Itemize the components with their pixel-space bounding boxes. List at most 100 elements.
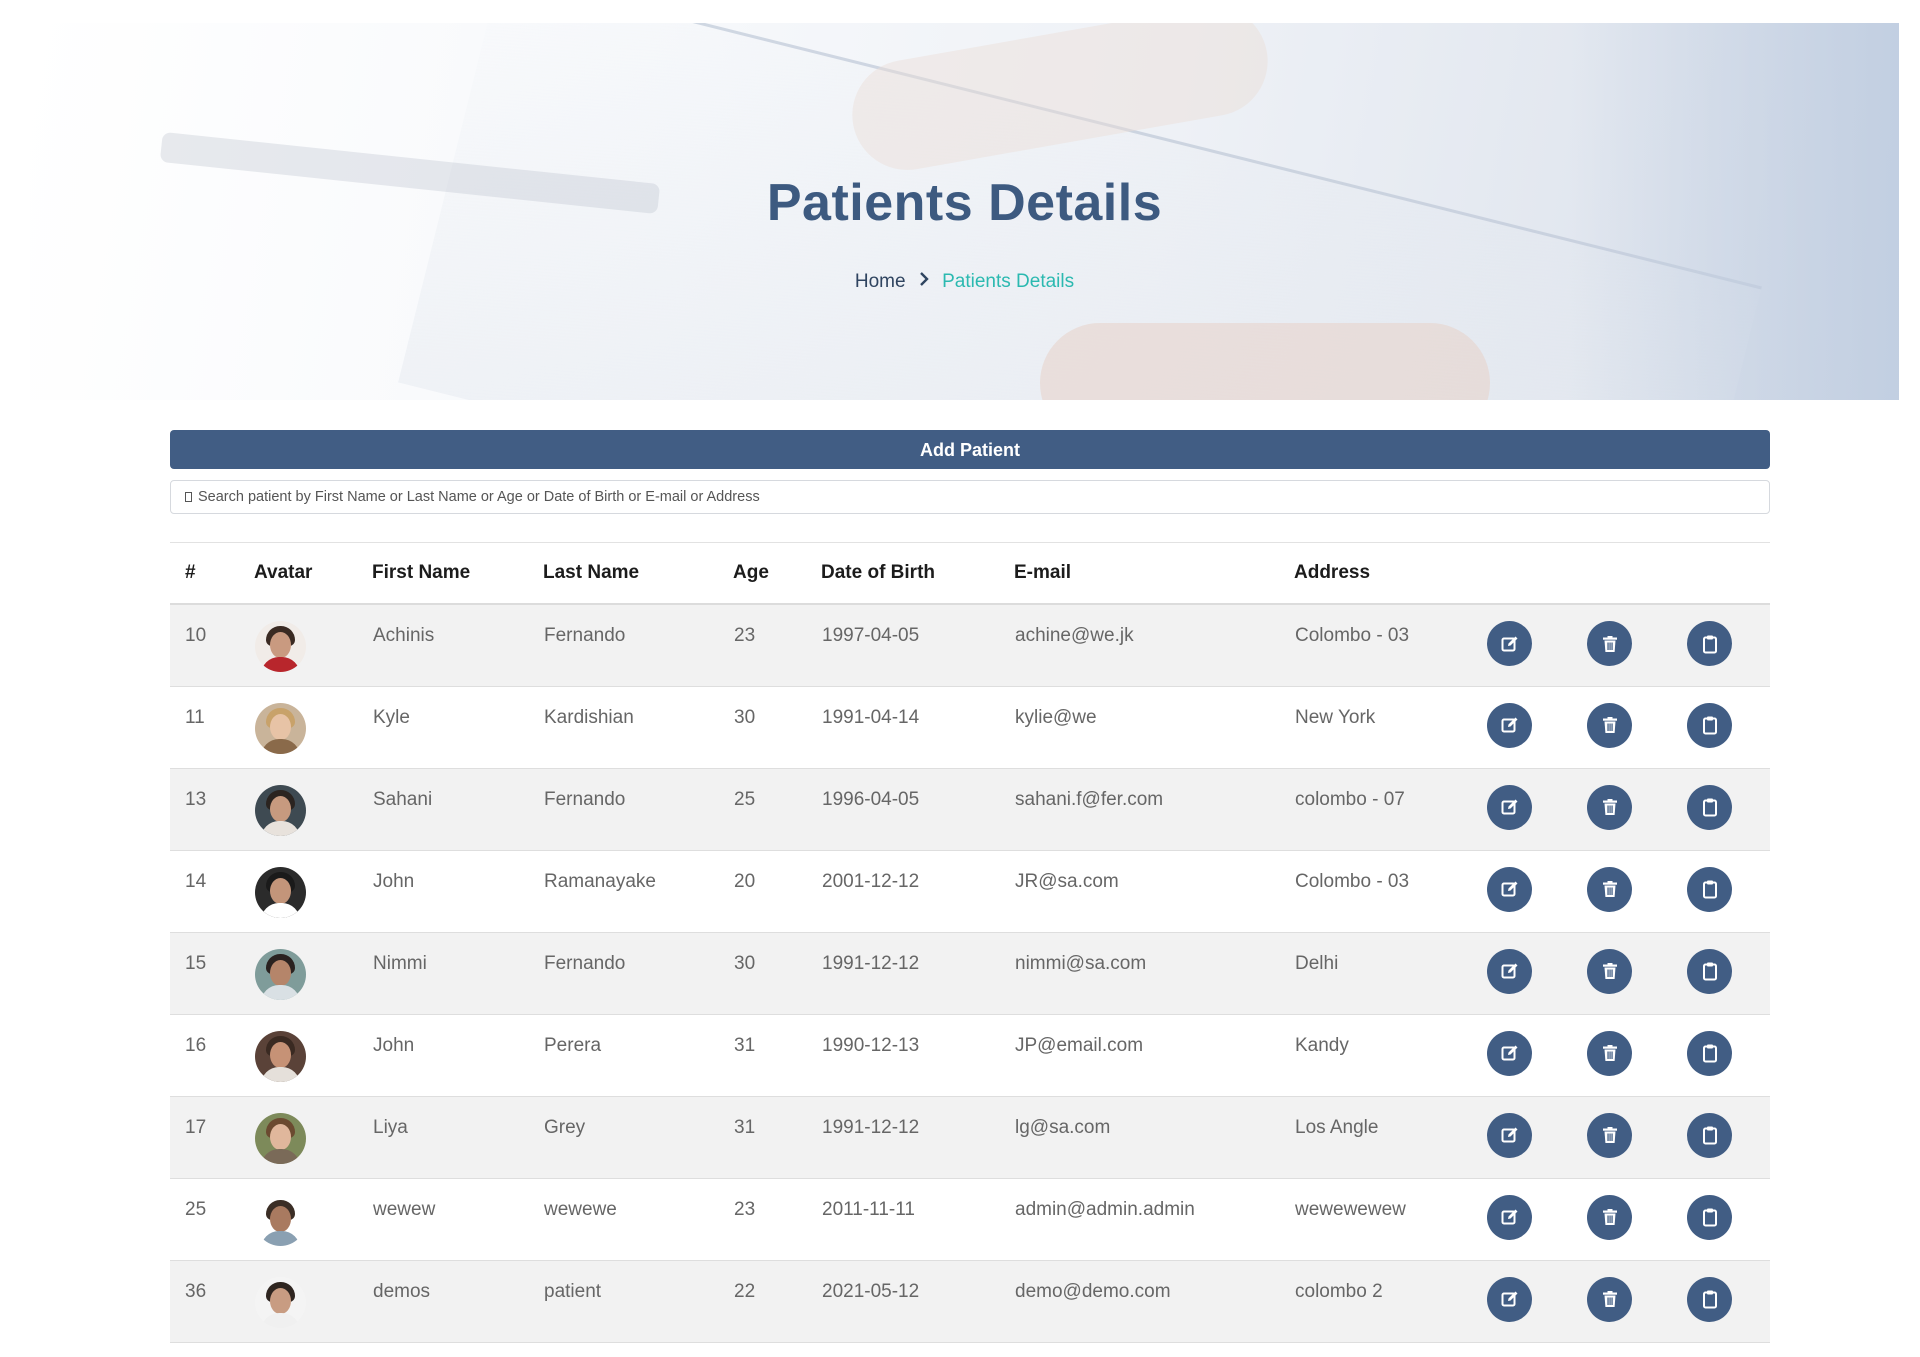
- cell-report: [1686, 932, 1770, 1015]
- cell-email: achine@we.jk: [1014, 604, 1294, 687]
- table-row: 17 Liya Grey 31 1991-12-12 lg@sa.com Los…: [170, 1096, 1770, 1179]
- report-button[interactable]: [1687, 1030, 1732, 1076]
- edit-button[interactable]: [1487, 1030, 1532, 1076]
- cell-delete: [1586, 686, 1686, 769]
- edit-button[interactable]: [1487, 1194, 1532, 1240]
- delete-button[interactable]: [1587, 702, 1632, 748]
- cell-edit: [1486, 1014, 1586, 1097]
- edit-icon: [1501, 717, 1517, 733]
- cell-address: wewewewew: [1294, 1178, 1486, 1261]
- trash-icon: [1602, 881, 1617, 897]
- avatar: [255, 1112, 306, 1164]
- edit-button[interactable]: [1487, 948, 1532, 994]
- avatar-body: [261, 820, 300, 836]
- edit-button[interactable]: [1487, 1276, 1532, 1322]
- cell-report: [1686, 686, 1770, 769]
- cell-report: [1686, 1096, 1770, 1179]
- cell-report: [1686, 1014, 1770, 1097]
- cell-edit: [1486, 604, 1586, 687]
- delete-button[interactable]: [1587, 1112, 1632, 1158]
- cell-email: nimmi@sa.com: [1014, 932, 1294, 1015]
- delete-button[interactable]: [1587, 948, 1632, 994]
- cell-dob: 1991-12-12: [821, 1096, 1014, 1179]
- cell-address: Colombo - 03: [1294, 604, 1486, 687]
- add-patient-button[interactable]: Add Patient: [170, 430, 1770, 469]
- delete-button[interactable]: [1587, 1194, 1632, 1240]
- avatar-face: [270, 1205, 291, 1232]
- report-button[interactable]: [1687, 702, 1732, 748]
- page-title: Patients Details: [766, 174, 1163, 232]
- report-button[interactable]: [1687, 1194, 1732, 1240]
- report-button[interactable]: [1687, 948, 1732, 994]
- delete-button[interactable]: [1587, 1030, 1632, 1076]
- table-row: 36 demos patient 22 2021-05-12 demo@demo…: [170, 1260, 1770, 1343]
- cell-age: 31: [733, 1096, 821, 1179]
- cell-edit: [1486, 1260, 1586, 1343]
- cell-email: lg@sa.com: [1014, 1096, 1294, 1179]
- delete-button[interactable]: [1587, 621, 1632, 666]
- edit-button[interactable]: [1487, 702, 1532, 748]
- cell-report: [1686, 604, 1770, 687]
- cell-first-name: Kyle: [372, 686, 543, 769]
- cell-dob: 1990-12-13: [821, 1014, 1014, 1097]
- cell-edit: [1486, 686, 1586, 769]
- avatar-face: [270, 795, 291, 822]
- report-button[interactable]: [1687, 784, 1732, 830]
- avatar-body: [261, 1230, 300, 1246]
- breadcrumb-home-link[interactable]: Home: [855, 271, 906, 292]
- avatar-face: [270, 959, 291, 986]
- avatar-body: [261, 738, 300, 754]
- cell-report: [1686, 1178, 1770, 1261]
- cell-last-name: patient: [543, 1260, 733, 1343]
- cell-id: 16: [170, 1014, 254, 1097]
- cell-dob: 1997-04-05: [821, 604, 1014, 687]
- cell-age: 30: [733, 932, 821, 1015]
- clipboard-icon: [1702, 635, 1717, 653]
- search-input[interactable]: [198, 489, 1698, 505]
- cell-report: [1686, 1260, 1770, 1343]
- avatar-face: [270, 632, 291, 658]
- edit-button[interactable]: [1487, 1112, 1532, 1158]
- cell-avatar: [254, 1014, 372, 1097]
- cell-last-name: Grey: [543, 1096, 733, 1179]
- search-bar: [170, 480, 1770, 514]
- cell-age: 31: [733, 1014, 821, 1097]
- chevron-right-icon: [919, 271, 929, 292]
- avatar: [255, 1194, 306, 1246]
- clipboard-icon: [1702, 962, 1717, 981]
- avatar: [255, 702, 306, 754]
- edit-button[interactable]: [1487, 621, 1532, 666]
- cell-report: [1686, 768, 1770, 851]
- edit-icon: [1501, 963, 1517, 979]
- cell-edit: [1486, 768, 1586, 851]
- delete-button[interactable]: [1587, 784, 1632, 830]
- report-button[interactable]: [1687, 1112, 1732, 1158]
- report-button[interactable]: [1687, 621, 1732, 666]
- clipboard-icon: [1702, 1044, 1717, 1063]
- cell-last-name: wewewe: [543, 1178, 733, 1261]
- trash-icon: [1602, 799, 1617, 815]
- cell-age: 30: [733, 686, 821, 769]
- avatar-body: [261, 1066, 300, 1082]
- trash-icon: [1602, 1209, 1617, 1225]
- report-button[interactable]: [1687, 866, 1732, 912]
- delete-button[interactable]: [1587, 866, 1632, 912]
- report-button[interactable]: [1687, 1276, 1732, 1322]
- trash-icon: [1602, 963, 1617, 979]
- clipboard-icon: [1702, 1126, 1717, 1145]
- avatar-face: [270, 1123, 291, 1150]
- cell-email: kylie@we: [1014, 686, 1294, 769]
- edit-button[interactable]: [1487, 866, 1532, 912]
- cell-avatar: [254, 850, 372, 933]
- cell-first-name: John: [372, 1014, 543, 1097]
- delete-button[interactable]: [1587, 1276, 1632, 1322]
- cell-first-name: wewew: [372, 1178, 543, 1261]
- trash-icon: [1602, 717, 1617, 733]
- avatar-body: [261, 1148, 300, 1164]
- cell-last-name: Ramanayake: [543, 850, 733, 933]
- cell-delete: [1586, 1260, 1686, 1343]
- cell-address: colombo - 07: [1294, 768, 1486, 851]
- edit-icon: [1501, 1127, 1517, 1143]
- edit-button[interactable]: [1487, 784, 1532, 830]
- cell-email: JP@email.com: [1014, 1014, 1294, 1097]
